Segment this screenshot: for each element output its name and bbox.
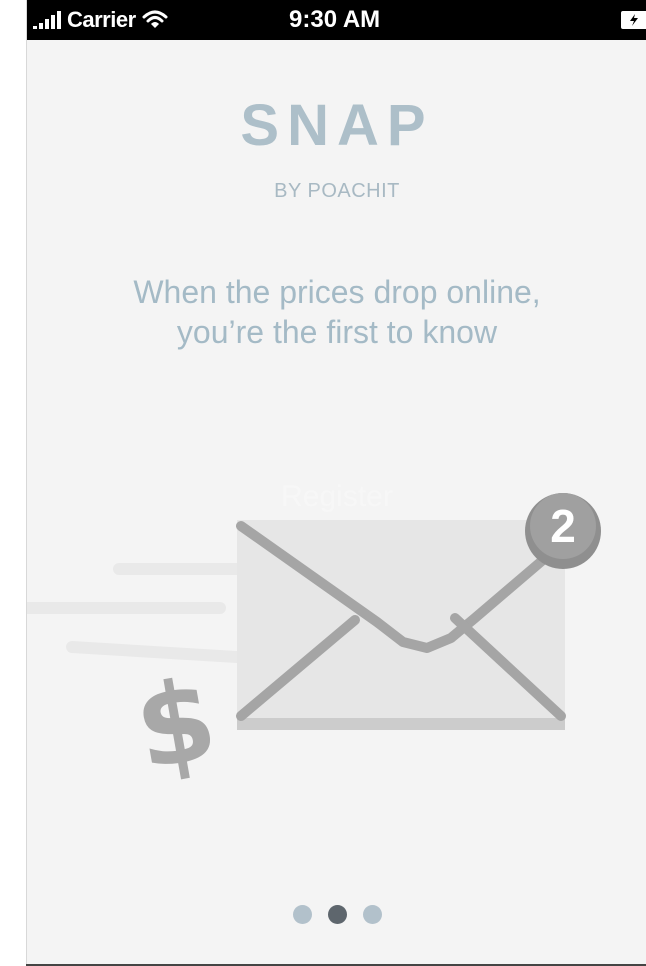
wifi-icon: [142, 10, 168, 28]
page-dot-3[interactable]: [362, 905, 382, 924]
app-byline: BY POACHIT: [274, 180, 400, 202]
carrier-label: Carrier: [67, 7, 136, 32]
tagline-line-2: you’re the first to know: [176, 314, 498, 350]
page-dot-1[interactable]: [292, 905, 312, 924]
signal-icon: [33, 11, 61, 29]
dollar-icon: $: [126, 654, 225, 796]
page-indicator: [27, 905, 646, 924]
notification-badge: 2: [525, 493, 601, 569]
badge-count: 2: [550, 500, 576, 552]
tagline-line-1: When the prices drop online,: [133, 274, 541, 310]
app-screen: Carrier 9:30 AM SNAP BY POACHIT When the…: [26, 0, 646, 966]
register-button[interactable]: Register: [237, 480, 437, 514]
status-left: Carrier: [33, 0, 168, 40]
speed-lines: [27, 563, 275, 665]
envelope-icon: [236, 520, 566, 730]
status-bar: Carrier 9:30 AM: [27, 0, 646, 40]
page-dot-2-active[interactable]: [327, 905, 347, 924]
battery-charging-icon: [621, 11, 646, 29]
app-logo: SNAP: [240, 93, 434, 158]
envelope-illustration: $ 2: [27, 493, 601, 796]
tagline: When the prices drop online, you’re the …: [87, 272, 587, 352]
status-time: 9:30 AM: [289, 6, 381, 33]
